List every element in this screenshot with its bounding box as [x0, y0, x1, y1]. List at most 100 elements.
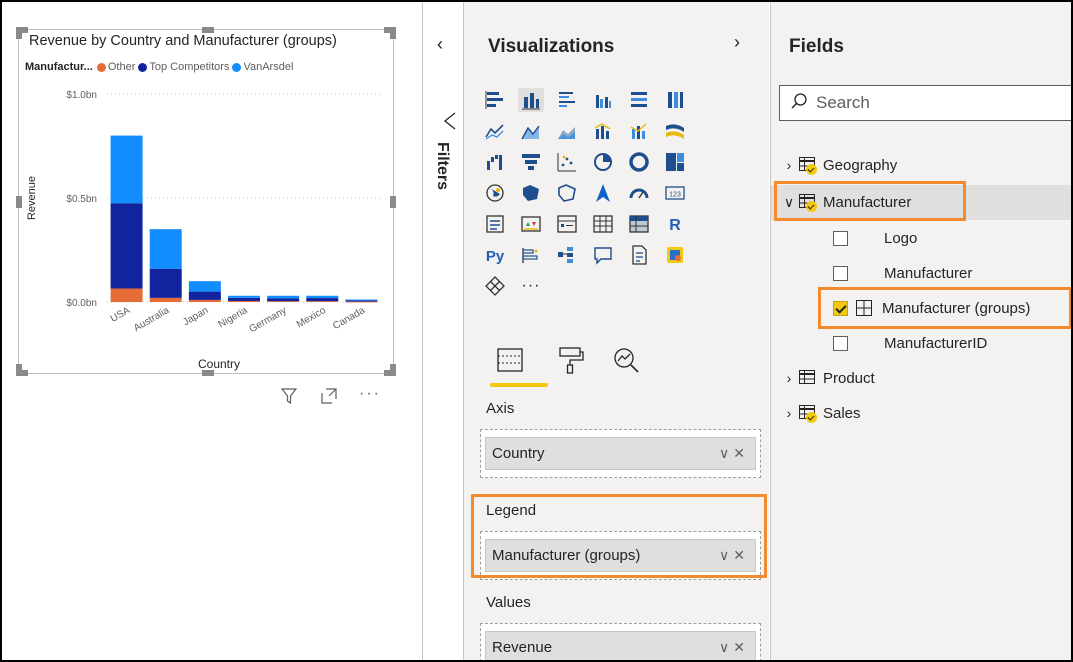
field-checkbox[interactable]: [833, 230, 848, 246]
field-checkbox-checked[interactable]: [833, 300, 848, 316]
table-product[interactable]: › Product: [779, 363, 875, 393]
chevron-right-icon[interactable]: ›: [779, 157, 799, 173]
more-options-icon[interactable]: ···: [518, 274, 544, 298]
fields-tab-icon[interactable]: [495, 345, 525, 380]
chevron-down-icon[interactable]: ∨: [779, 194, 799, 211]
stacked-bar-chart-icon[interactable]: [482, 88, 508, 112]
legend-well[interactable]: Manufacturer (groups) ∨✕: [480, 531, 761, 580]
r-visual-icon[interactable]: R: [662, 212, 688, 236]
100-stacked-bar-chart-icon[interactable]: [626, 88, 652, 112]
filter-icon[interactable]: [280, 387, 298, 410]
matrix-icon[interactable]: [626, 212, 652, 236]
shape-map-icon[interactable]: [554, 181, 580, 205]
pie-chart-icon[interactable]: [590, 150, 616, 174]
filters-label[interactable]: Filters: [433, 142, 451, 190]
values-field-label: Revenue: [492, 639, 553, 656]
treemap-icon[interactable]: [662, 150, 688, 174]
search-icon: [790, 92, 808, 115]
chevron-right-icon[interactable]: ›: [779, 405, 799, 421]
area-chart-icon[interactable]: [518, 119, 544, 143]
y-tick-label: $0.0bn: [66, 298, 97, 309]
x-axis-title: Country: [198, 357, 240, 371]
y-axis-title: Revenue: [26, 176, 38, 220]
field-manufacturer-groups[interactable]: Manufacturer (groups): [833, 293, 1030, 323]
waterfall-chart-icon[interactable]: [482, 150, 508, 174]
legend-field-pill[interactable]: Manufacturer (groups) ∨✕: [485, 539, 756, 572]
card-icon[interactable]: 123: [662, 181, 688, 205]
field-checkbox[interactable]: [833, 265, 848, 281]
table-name: Product: [823, 369, 875, 387]
field-logo[interactable]: Logo: [833, 223, 917, 253]
funnel-chart-icon[interactable]: [518, 150, 544, 174]
pill-controls[interactable]: ∨✕: [719, 445, 749, 462]
paginated-report-icon[interactable]: [662, 243, 688, 267]
axis-field-pill[interactable]: Country ∨✕: [485, 437, 756, 470]
focus-mode-icon[interactable]: [320, 387, 338, 410]
kpi-icon[interactable]: [518, 212, 544, 236]
table-sales[interactable]: › Sales: [779, 398, 861, 428]
field-name: Manufacturer: [884, 264, 973, 282]
pill-controls[interactable]: ∨✕: [719, 639, 749, 656]
donut-chart-icon[interactable]: [626, 150, 652, 174]
table-icon: [799, 370, 817, 386]
stacked-column-chart-icon[interactable]: [518, 88, 544, 112]
line-clustered-column-chart-icon[interactable]: [590, 119, 616, 143]
svg-text:R: R: [669, 217, 681, 234]
analytics-magnifier-icon[interactable]: [611, 345, 641, 380]
pill-controls[interactable]: ∨✕: [719, 547, 749, 564]
chevron-right-icon[interactable]: ›: [779, 370, 799, 386]
bar-segment: [188, 281, 221, 292]
table-icon[interactable]: [590, 212, 616, 236]
check-badge-icon: [806, 164, 817, 175]
bar-segment: [228, 297, 260, 301]
axis-well[interactable]: Country ∨✕: [480, 429, 761, 478]
field-manufacturerid[interactable]: ManufacturerID: [833, 328, 987, 358]
y-tick-label: $0.5bn: [66, 194, 97, 205]
group-icon: [856, 300, 874, 316]
decomposition-tree-icon[interactable]: [554, 243, 580, 267]
filled-map-icon[interactable]: [518, 181, 544, 205]
fields-search-box[interactable]: [779, 85, 1073, 121]
format-paint-roller-icon[interactable]: [555, 345, 585, 380]
stacked-column-chart-visual[interactable]: Revenue by Country and Manufacturer (gro…: [16, 27, 396, 376]
gauge-icon[interactable]: [626, 181, 652, 205]
table-geography[interactable]: › Geography: [779, 150, 897, 180]
values-field-pill[interactable]: Revenue ∨✕: [485, 631, 756, 662]
filters-pane-collapsed[interactable]: ‹ Filters: [422, 2, 462, 660]
visual-type-gallery: 123 R Py ···: [482, 88, 732, 305]
clustered-bar-chart-icon[interactable]: [554, 88, 580, 112]
map-icon[interactable]: [482, 181, 508, 205]
scatter-chart-icon[interactable]: [554, 150, 580, 174]
key-influencers-icon[interactable]: [518, 243, 544, 267]
bar-segment: [306, 301, 339, 302]
field-checkbox[interactable]: [833, 335, 848, 351]
y-tick-label: $1.0bn: [66, 90, 97, 101]
stacked-area-chart-icon[interactable]: [554, 119, 580, 143]
table-manufacturer[interactable]: ∨ Manufacturer: [779, 187, 911, 217]
get-more-visuals-icon[interactable]: [482, 274, 508, 298]
python-visual-icon[interactable]: Py: [482, 243, 508, 267]
search-input[interactable]: [816, 93, 1056, 113]
multi-row-card-icon[interactable]: [482, 212, 508, 236]
clustered-column-chart-icon[interactable]: [590, 88, 616, 112]
more-options-icon[interactable]: ···: [359, 385, 381, 403]
visualizations-title: Visualizations: [488, 36, 615, 57]
qa-icon[interactable]: [590, 243, 616, 267]
ribbon-chart-icon[interactable]: [662, 119, 688, 143]
bar-segment: [149, 229, 182, 269]
values-well[interactable]: Revenue ∨✕: [480, 623, 761, 662]
table-name: Manufacturer: [823, 193, 912, 211]
bar-segment: [149, 297, 182, 302]
slicer-icon[interactable]: [554, 212, 580, 236]
line-chart-icon[interactable]: [482, 119, 508, 143]
svg-text:123: 123: [669, 192, 681, 199]
azure-map-icon[interactable]: [590, 181, 616, 205]
bar-segment: [267, 301, 300, 302]
bar-segment: [345, 301, 378, 303]
line-stacked-column-chart-icon[interactable]: [626, 119, 652, 143]
field-manufacturer[interactable]: Manufacturer: [833, 258, 972, 288]
expand-filters-chevron-icon[interactable]: ‹: [437, 34, 443, 55]
100-stacked-column-chart-icon[interactable]: [662, 88, 688, 112]
smart-narrative-icon[interactable]: [626, 243, 652, 267]
collapse-visualizations-chevron-icon[interactable]: ›: [734, 32, 740, 53]
